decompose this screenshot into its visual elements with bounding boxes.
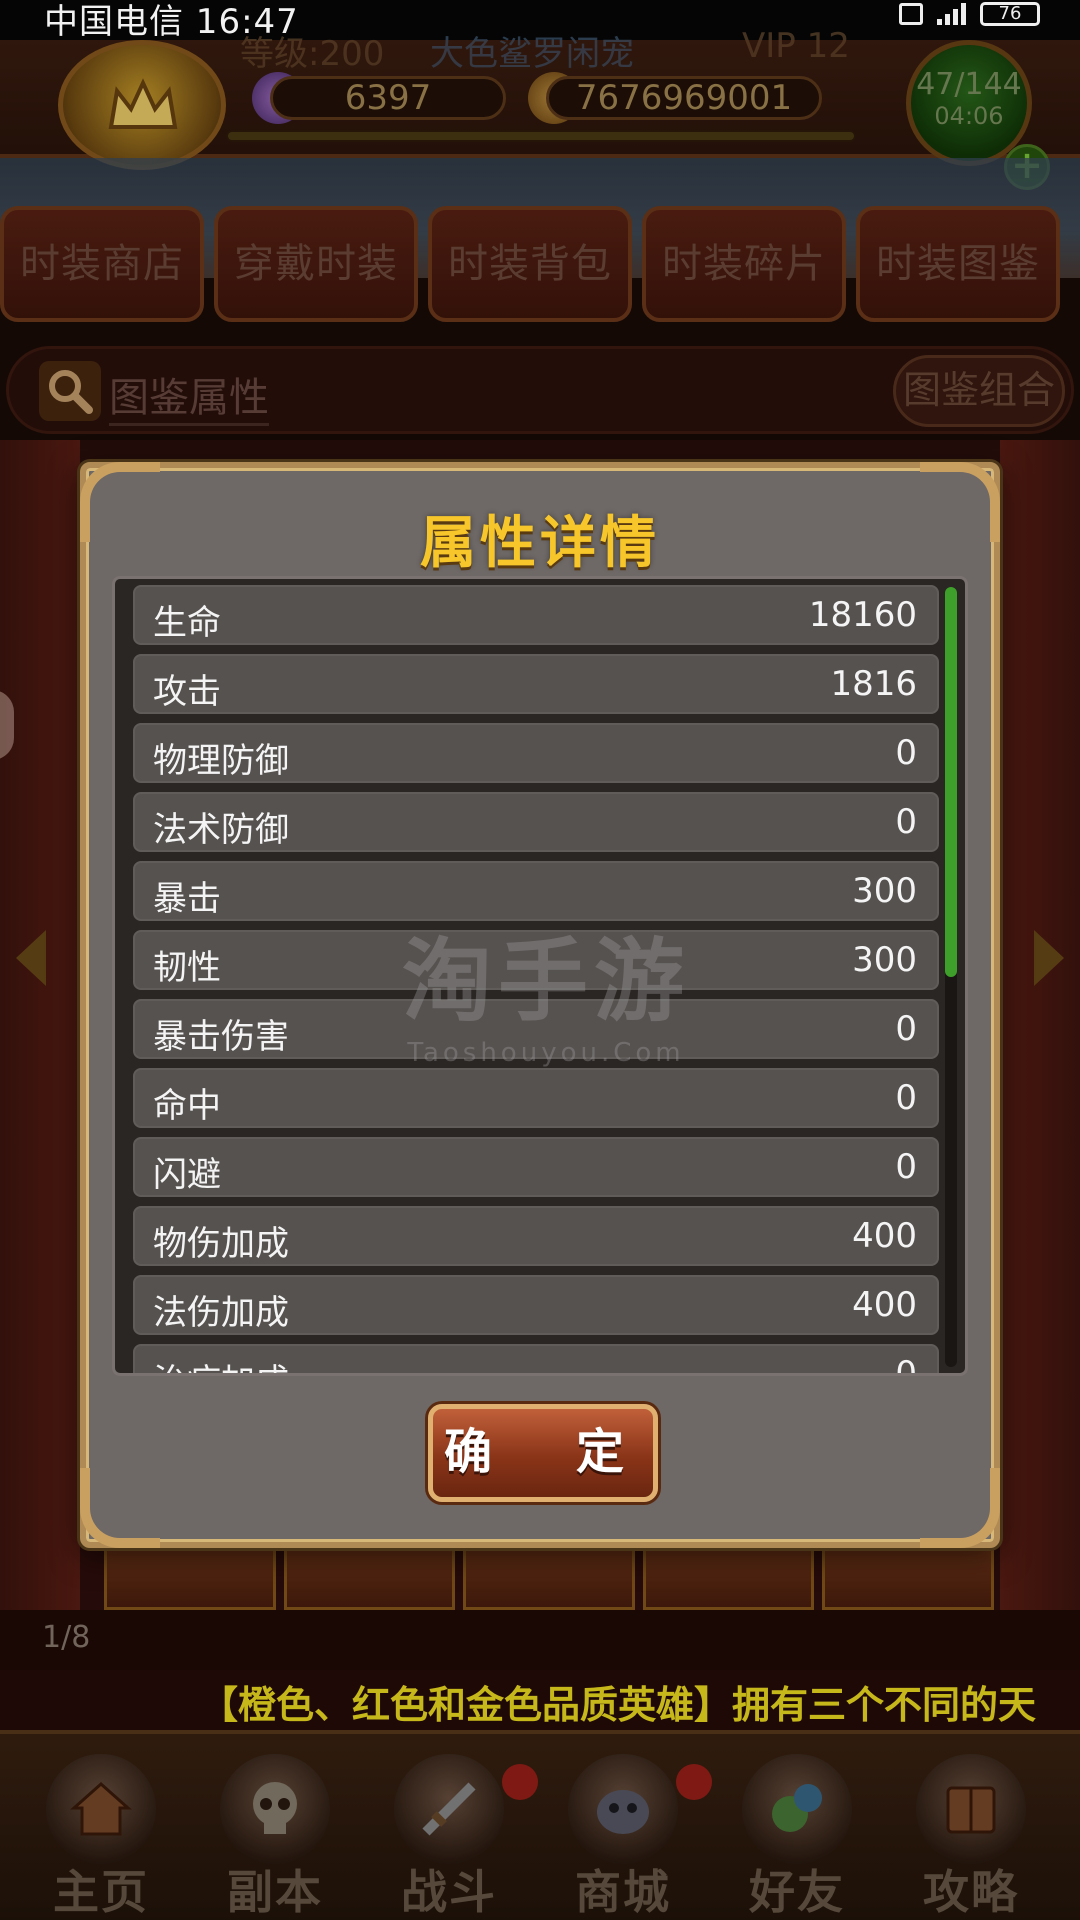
watermark-title: 淘手游	[402, 929, 690, 1034]
attribute-row: 法术防御 0	[133, 792, 939, 852]
attribute-label: 物伤加成	[153, 1224, 289, 1264]
watermark: 淘手游 Taoshouyou.Com	[346, 908, 746, 1068]
vibrate-icon	[899, 3, 923, 25]
attribute-label: 韧性	[153, 948, 221, 988]
attribute-row: 物伤加成 400	[133, 1206, 939, 1266]
attribute-label: 闪避	[153, 1155, 221, 1195]
status-icons: 76	[899, 0, 1040, 28]
attribute-row: 治疗加成 0	[133, 1344, 939, 1376]
attribute-value: 0	[895, 1354, 917, 1376]
signal-icon	[937, 3, 966, 25]
attribute-row: 闪避 0	[133, 1137, 939, 1197]
attribute-label: 治疗加成	[153, 1354, 289, 1373]
attribute-value: 0	[895, 1078, 917, 1118]
attribute-row: 法伤加成 400	[133, 1275, 939, 1335]
scrollbar-thumb[interactable]	[945, 587, 957, 977]
watermark-subtitle: Taoshouyou.Com	[407, 1038, 685, 1068]
attribute-row: 物理防御 0	[133, 723, 939, 783]
battery-icon: 76	[980, 2, 1040, 26]
attribute-row: 攻击 1816	[133, 654, 939, 714]
attribute-label: 暴击	[153, 879, 221, 919]
attribute-value: 300	[852, 940, 917, 980]
attribute-label: 暴击伤害	[153, 1017, 289, 1057]
attribute-label: 命中	[153, 1086, 221, 1126]
ornament-corner	[80, 1468, 160, 1548]
attribute-value: 0	[895, 1009, 917, 1049]
attribute-label: 法术防御	[153, 810, 289, 850]
attribute-value: 400	[852, 1216, 917, 1256]
attribute-label: 物理防御	[153, 741, 289, 781]
attribute-label: 生命	[153, 603, 221, 643]
dialog-title: 属性详情	[420, 511, 660, 576]
ornament-corner	[920, 1468, 1000, 1548]
confirm-button[interactable]: 确 定	[428, 1404, 658, 1502]
attribute-value: 18160	[808, 595, 917, 635]
attribute-value: 300	[852, 871, 917, 911]
attribute-details-dialog: 属性详情 生命 18160 攻击 1816 物理防御 0 法术防御 0 暴击 300 韧性 300 暴击…	[80, 462, 1000, 1548]
attribute-label: 法伤加成	[153, 1293, 289, 1333]
attribute-value: 400	[852, 1285, 917, 1325]
attribute-value: 1816	[830, 664, 917, 704]
attribute-value: 0	[895, 802, 917, 842]
attribute-value: 0	[895, 733, 917, 773]
attribute-value: 0	[895, 1147, 917, 1187]
attribute-row: 命中 0	[133, 1068, 939, 1128]
scrollbar[interactable]	[945, 587, 957, 1367]
attribute-label: 攻击	[153, 672, 221, 712]
attribute-row: 生命 18160	[133, 585, 939, 645]
